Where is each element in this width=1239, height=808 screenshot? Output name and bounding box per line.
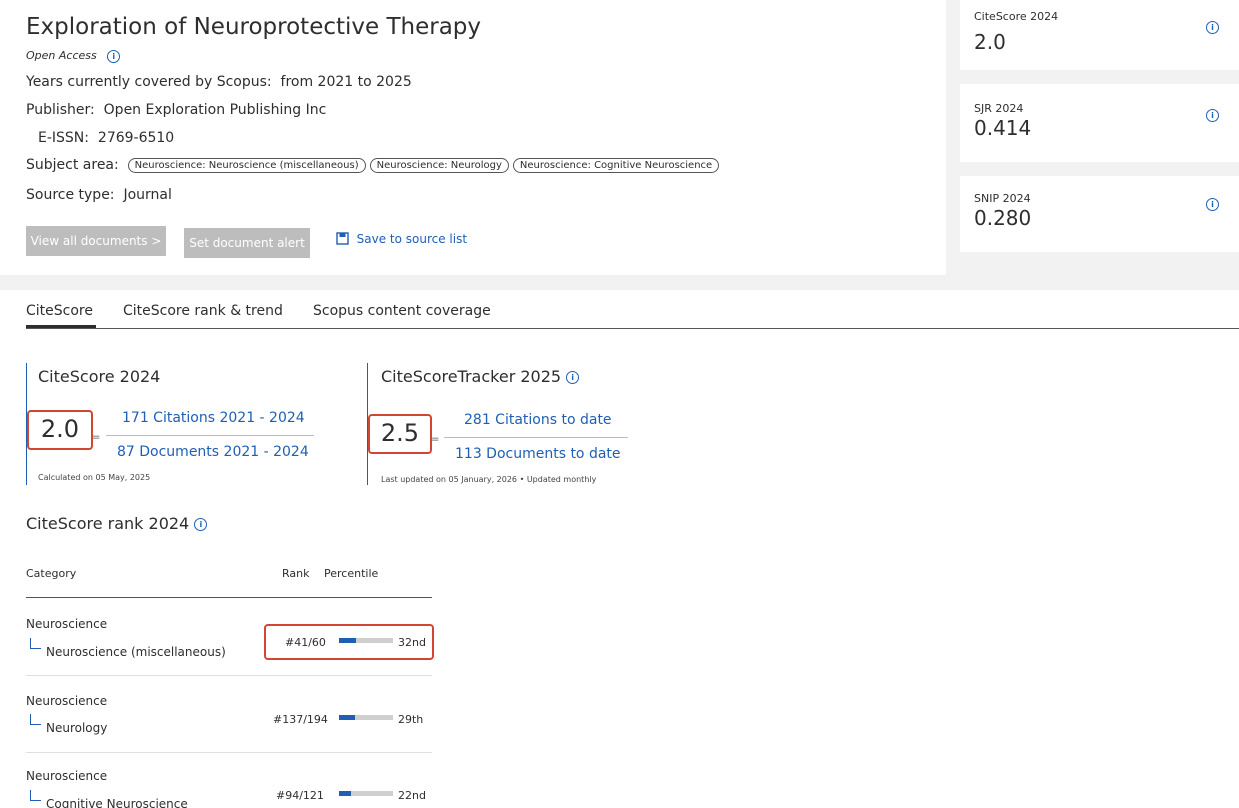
equals-sign: = xyxy=(92,432,101,443)
source-type-label: Source type: xyxy=(26,187,115,203)
tab-citescore[interactable]: CiteScore xyxy=(26,303,93,319)
view-all-documents-button[interactable]: View all documents > xyxy=(26,226,166,256)
eissn-value: 2769-6510 xyxy=(97,130,175,146)
row-separator xyxy=(26,752,432,753)
set-document-alert-button[interactable]: Set document alert xyxy=(184,228,310,258)
years-value: from 2021 to 2025 xyxy=(280,74,412,90)
tab-divider xyxy=(26,328,1239,329)
citescore-title: CiteScore 2024 xyxy=(38,367,161,386)
citescore-rank-title: CiteScore rank 2024 i xyxy=(26,514,208,533)
metric-card-citescore: CiteScore 2024 2.0 i xyxy=(960,0,1239,70)
metric-value: 0.414 xyxy=(974,116,1032,140)
rank-title-text: CiteScore rank 2024 xyxy=(26,514,190,533)
metric-card-sjr: SJR 2024 0.414 i xyxy=(960,84,1239,162)
info-icon[interactable]: i xyxy=(107,49,121,63)
tab-citescore-rank-trend[interactable]: CiteScore rank & trend xyxy=(123,303,283,319)
percentile-bar xyxy=(339,715,393,720)
table-header-line xyxy=(26,597,432,598)
row-subcategory: Neurology xyxy=(46,721,108,735)
info-icon[interactable]: i xyxy=(194,518,208,531)
fraction-line xyxy=(106,435,314,436)
documents-link[interactable]: 87 Documents 2021 - 2024 xyxy=(117,444,309,460)
info-icon[interactable]: i xyxy=(1206,198,1219,211)
save-label: Save to source list xyxy=(356,232,468,246)
info-icon[interactable]: i xyxy=(1206,109,1219,122)
percentile-bar-fill xyxy=(339,791,351,796)
years-label: Years currently covered by Scopus: xyxy=(26,74,272,90)
publisher-value: Open Exploration Publishing Inc xyxy=(103,102,327,118)
metric-value: 2.0 xyxy=(974,30,1006,54)
open-access-text: Open Access xyxy=(26,49,97,62)
subject-chip[interactable]: Neuroscience: Neuroscience (miscellaneou… xyxy=(127,157,366,173)
row-category: Neuroscience xyxy=(26,769,108,783)
metric-card-snip: SNIP 2024 0.280 i xyxy=(960,176,1239,252)
column-percentile: Percentile xyxy=(324,567,379,580)
equals-sign: = xyxy=(431,434,440,445)
percentile-bar-fill xyxy=(339,638,357,643)
percentile-bar xyxy=(339,638,393,643)
row-percentile: 32nd xyxy=(398,636,426,649)
row-percentile: 22nd xyxy=(398,789,426,802)
save-icon xyxy=(336,232,349,245)
page-title: Exploration of Neuroprotective Therapy xyxy=(26,14,482,40)
subject-label: Subject area: xyxy=(26,157,119,173)
metric-value: 0.280 xyxy=(974,206,1032,230)
tracker-value: 2.5 xyxy=(368,414,432,454)
percentile-bar xyxy=(339,791,393,796)
row-percentile: 29th xyxy=(398,713,424,726)
info-icon[interactable]: i xyxy=(1206,21,1219,34)
tree-elbow xyxy=(30,714,41,725)
source-type-value: Journal xyxy=(123,187,172,203)
column-rank: Rank xyxy=(282,567,310,580)
updated-note: Last updated on 05 January, 2026 • Updat… xyxy=(381,475,597,484)
fraction-line xyxy=(444,437,628,438)
tree-elbow xyxy=(30,638,41,649)
metric-label: CiteScore 2024 xyxy=(974,10,1059,23)
row-rank: #94/121 xyxy=(276,789,324,802)
eissn-label: E-ISSN: xyxy=(38,130,89,146)
row-rank: #137/194 xyxy=(273,713,328,726)
tab-scopus-content-coverage[interactable]: Scopus content coverage xyxy=(313,303,491,319)
metric-label: SJR 2024 xyxy=(974,102,1024,115)
save-to-source-list-link[interactable]: Save to source list xyxy=(336,232,467,246)
publisher-label: Publisher: xyxy=(26,102,95,118)
citescore-value: 2.0 xyxy=(27,410,93,450)
row-subcategory: Neuroscience (miscellaneous) xyxy=(46,645,226,659)
subject-chip[interactable]: Neuroscience: Neurology xyxy=(369,157,509,173)
subject-area: Subject area: Neuroscience: Neuroscience… xyxy=(26,157,723,173)
eissn: E-ISSN: 2769-6510 xyxy=(38,130,174,146)
documents-to-date-link[interactable]: 113 Documents to date xyxy=(455,446,621,462)
tracker-title-text: CiteScoreTracker 2025 xyxy=(381,367,562,386)
row-category: Neuroscience xyxy=(26,694,108,708)
tree-elbow xyxy=(30,790,41,801)
open-access-label: Open Access i xyxy=(26,49,121,63)
metric-label: SNIP 2024 xyxy=(974,192,1031,205)
row-rank: #41/60 xyxy=(285,636,326,649)
tracker-title: CiteScoreTracker 2025 i xyxy=(381,367,580,386)
source-type: Source type: Journal xyxy=(26,187,172,203)
row-separator xyxy=(26,675,432,676)
row-category: Neuroscience xyxy=(26,617,108,631)
years-covered: Years currently covered by Scopus: from … xyxy=(26,74,412,90)
citations-to-date-link[interactable]: 281 Citations to date xyxy=(464,412,612,428)
citations-link[interactable]: 171 Citations 2021 - 2024 xyxy=(122,410,305,426)
publisher: Publisher: Open Exploration Publishing I… xyxy=(26,102,326,118)
calculated-note: Calculated on 05 May, 2025 xyxy=(38,473,151,482)
row-subcategory: Cognitive Neuroscience xyxy=(46,797,188,808)
subject-chip[interactable]: Neuroscience: Cognitive Neuroscience xyxy=(512,157,720,173)
percentile-bar-fill xyxy=(339,715,355,720)
column-category: Category xyxy=(26,567,77,580)
info-icon[interactable]: i xyxy=(566,371,580,384)
